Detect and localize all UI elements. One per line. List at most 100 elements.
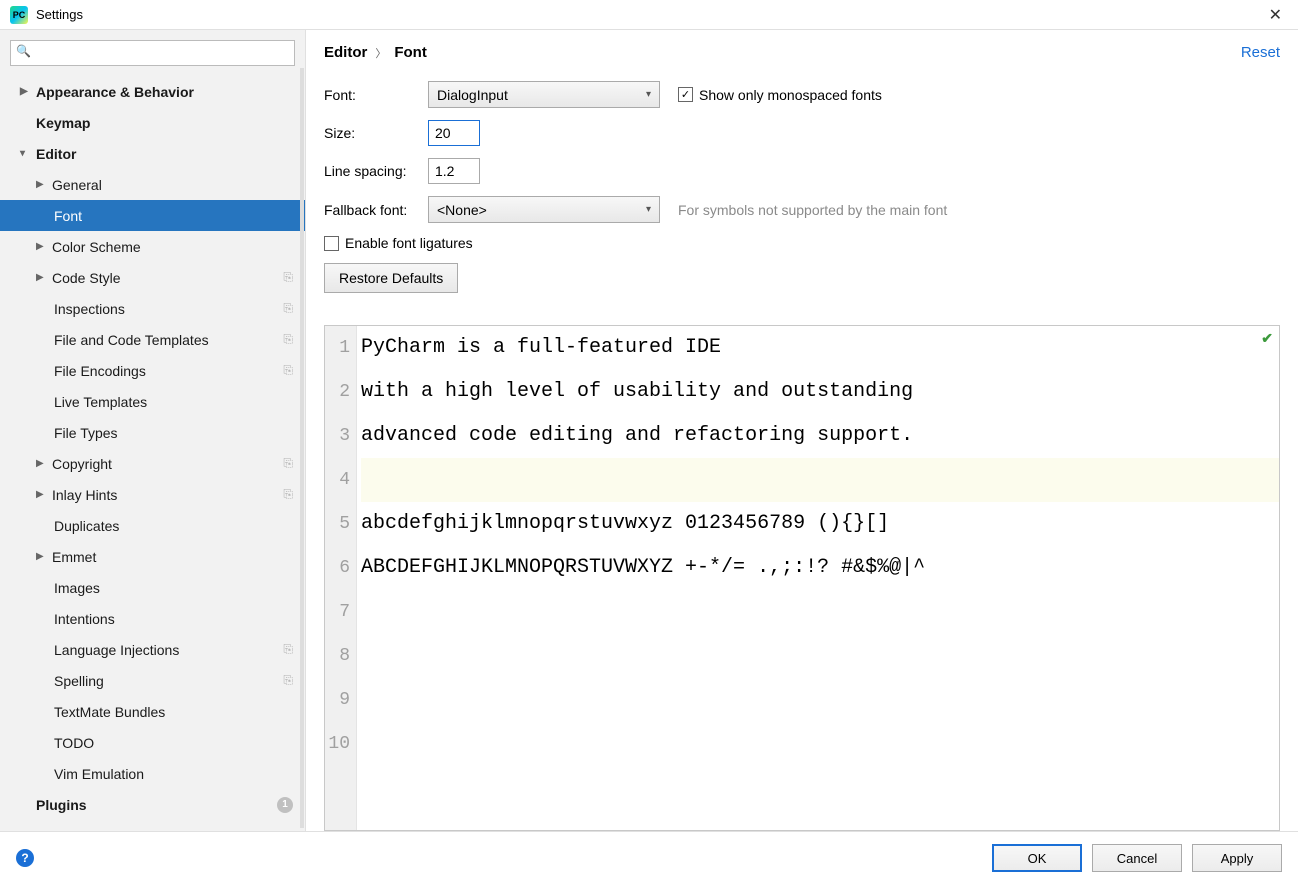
sidebar-item-images[interactable]: Images [0,572,305,603]
settings-tree: ▶Appearance & Behavior Keymap ▾Editor ▶G… [0,76,305,831]
sidebar-item-label: Vim Emulation [54,766,144,782]
sidebar-item-color-scheme[interactable]: ▶Color Scheme [0,231,305,262]
copy-icon: ⎘ [283,673,293,688]
sidebar-item-label: Appearance & Behavior [36,84,194,100]
sidebar-item-label: Copyright [52,456,112,472]
plugins-badge: 1 [277,797,293,813]
breadcrumb-leaf: Font [394,44,426,61]
copy-icon: ⎘ [283,301,293,316]
sidebar-item-label: File and Code Templates [54,332,209,348]
sidebar-item-todo[interactable]: TODO [0,727,305,758]
sidebar-item-spelling[interactable]: Spelling ⎘ [0,665,305,696]
chevron-down-icon: ▾ [646,89,651,100]
help-icon[interactable]: ? [16,849,34,867]
sidebar-item-language-injections[interactable]: Language Injections⎘ [0,634,305,665]
sidebar-item-label: Images [54,580,100,596]
show-mono-checkbox[interactable]: ✓ Show only monospaced fonts [678,87,882,103]
ligatures-label: Enable font ligatures [345,235,473,251]
sidebar-item-file-encodings[interactable]: File Encodings ⎘ [0,355,305,386]
sidebar-item-label: File Types [54,425,118,441]
sidebar-item-label: Keymap [36,115,90,131]
sidebar-item-intentions[interactable]: Intentions [0,603,305,634]
line-spacing-input[interactable] [428,158,480,184]
fallback-dropdown-value: <None> [437,202,487,218]
font-preview: 12345678910 PyCharm is a full-featured I… [324,325,1280,831]
reset-link[interactable]: Reset [1241,44,1280,61]
fallback-dropdown[interactable]: <None> ▾ [428,196,660,223]
chevron-right-icon: ▶ [36,179,50,190]
scrollbar[interactable] [300,68,304,828]
restore-defaults-button[interactable]: Restore Defaults [324,263,458,293]
search-input[interactable] [10,40,295,66]
sidebar-item-label: Inlay Hints [52,487,117,503]
checkbox-icon: ✓ [678,87,693,102]
sidebar-item-label: Intentions [54,611,115,627]
sidebar-item-file-code-templates[interactable]: File and Code Templates ⎘ [0,324,305,355]
fallback-label: Fallback font: [324,202,428,218]
show-mono-label: Show only monospaced fonts [699,87,882,103]
sidebar-item-label: Spelling [54,673,104,689]
sidebar-item-label: Color Scheme [52,239,141,255]
sidebar-item-duplicates[interactable]: Duplicates [0,510,305,541]
chevron-right-icon: ▶ [36,489,50,500]
copy-icon: ⎘ [283,270,293,285]
font-dropdown-value: DialogInput [437,87,508,103]
sidebar-item-emmet[interactable]: ▶Emmet [0,541,305,572]
checkbox-icon [324,236,339,251]
font-dropdown[interactable]: DialogInput ▾ [428,81,660,108]
dialog-button-bar: ? OK Cancel Apply [0,831,1298,884]
sidebar-item-appearance[interactable]: ▶Appearance & Behavior [0,76,305,107]
sidebar-item-label: Editor [36,146,76,162]
copy-icon: ⎘ [283,363,293,378]
sidebar-item-inspections[interactable]: Inspections ⎘ [0,293,305,324]
sidebar-item-label: Code Style [52,270,120,286]
sidebar-item-general[interactable]: ▶General [0,169,305,200]
fallback-hint: For symbols not supported by the main fo… [678,202,947,218]
sidebar-item-code-style[interactable]: ▶Code Style ⎘ [0,262,305,293]
breadcrumb-root[interactable]: Editor [324,44,367,61]
sidebar-item-inlay-hints[interactable]: ▶Inlay Hints ⎘ [0,479,305,510]
size-input[interactable] [428,120,480,146]
check-icon: ✔ [1261,330,1273,347]
sidebar-item-copyright[interactable]: ▶Copyright ⎘ [0,448,305,479]
chevron-right-icon: ▶ [36,458,50,469]
copy-icon: ⎘ [283,332,293,347]
sidebar-item-label: Plugins [36,797,87,813]
apply-button[interactable]: Apply [1192,844,1282,872]
sidebar-item-plugins[interactable]: Plugins 1 [0,789,305,820]
chevron-right-icon: ▶ [36,272,50,283]
chevron-down-icon: ▾ [646,204,651,215]
app-icon: PC [10,6,28,24]
copy-icon: ⎘ [283,487,293,502]
sidebar-item-label: TextMate Bundles [54,704,165,720]
chevron-down-icon: ▾ [20,148,34,159]
sidebar-item-textmate[interactable]: TextMate Bundles [0,696,305,727]
chevron-right-icon: ▶ [36,551,50,562]
chevron-right-icon: 〉 [375,45,386,61]
gutter: 12345678910 [325,326,357,830]
window-title: Settings [36,7,83,22]
sidebar-item-label: General [52,177,102,193]
sidebar-item-font[interactable]: Font [0,200,305,231]
sidebar-item-label: Live Templates [54,394,147,410]
sidebar-item-label: Duplicates [54,518,119,534]
close-icon[interactable]: ✕ [1263,3,1288,27]
ligatures-checkbox[interactable]: Enable font ligatures [324,235,473,251]
sidebar-item-file-types[interactable]: File Types [0,417,305,448]
sidebar-item-live-templates[interactable]: Live Templates [0,386,305,417]
chevron-right-icon: ▶ [20,86,34,97]
chevron-right-icon: ▶ [36,241,50,252]
search-icon: 🔍 [16,44,31,58]
line-spacing-label: Line spacing: [324,163,428,179]
sidebar-item-label: Inspections [54,301,125,317]
sidebar-item-label: Font [54,208,82,224]
sidebar-item-vim[interactable]: Vim Emulation [0,758,305,789]
sidebar-item-label: File Encodings [54,363,146,379]
title-bar: PC Settings ✕ [0,0,1298,30]
sidebar-item-editor[interactable]: ▾Editor [0,138,305,169]
ok-button[interactable]: OK [992,844,1082,872]
cancel-button[interactable]: Cancel [1092,844,1182,872]
copy-icon: ⎘ [283,456,293,471]
sidebar-item-label: TODO [54,735,94,751]
sidebar-item-keymap[interactable]: Keymap [0,107,305,138]
